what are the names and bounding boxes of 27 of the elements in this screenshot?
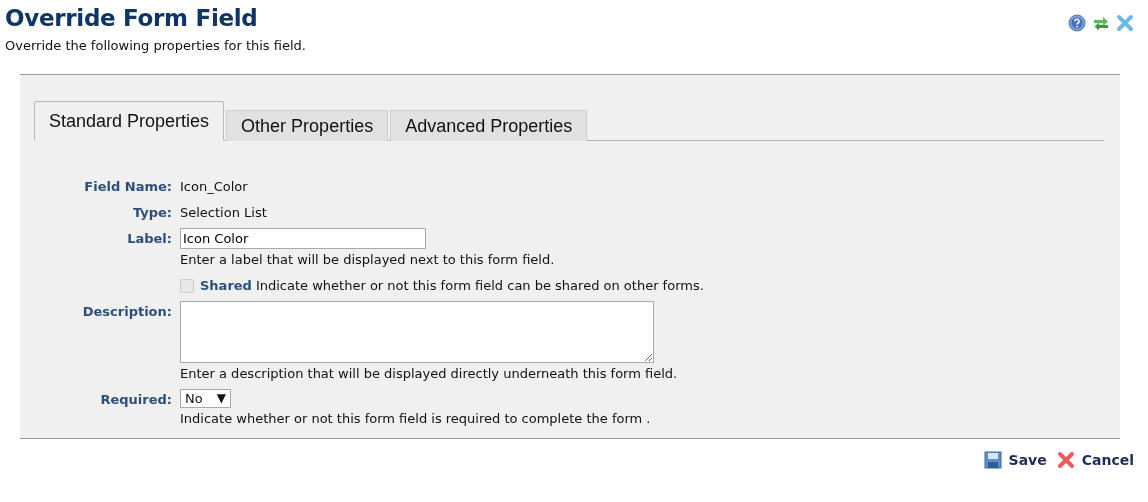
page-subtitle: Override the following properties for this field. xyxy=(5,38,306,53)
close-icon[interactable] xyxy=(1116,14,1134,32)
save-button[interactable]: Save xyxy=(983,451,1047,469)
cancel-button[interactable]: Cancel xyxy=(1056,451,1134,469)
field-label: Type: xyxy=(132,205,172,220)
help-icon[interactable] xyxy=(1068,14,1086,32)
checkbox-label: Shared xyxy=(200,278,252,293)
field-hint: Enter a description that will be displayed directly underneath this form field. xyxy=(180,366,678,381)
caret-icon: ▼ xyxy=(216,391,226,406)
description-textarea[interactable] xyxy=(180,301,654,363)
field-label: Required: xyxy=(100,392,172,407)
field-label: Field Name: xyxy=(84,179,172,194)
tab[interactable]: Other Properties xyxy=(226,110,389,141)
field-hint: Enter a label that will be displayed next to this form field. xyxy=(180,252,555,267)
label-input[interactable]: Icon Color xyxy=(180,228,426,249)
checkbox-description: Indicate whether or not this form field can be shared on other forms. xyxy=(255,278,704,293)
tab[interactable]: Advanced Properties xyxy=(390,110,588,141)
page-title: Override Form Field xyxy=(5,4,259,32)
field-value: Icon_Color xyxy=(180,179,248,194)
required-select[interactable]: No ▼ xyxy=(180,389,231,408)
cancel-icon xyxy=(1056,451,1075,469)
field-label: Description: xyxy=(82,304,172,319)
field-hint: Indicate whether or not this form field is required to complete the form . xyxy=(180,411,651,426)
tab[interactable]: Standard Properties xyxy=(34,101,225,141)
refresh-icon[interactable] xyxy=(1092,14,1110,32)
field-value: Selection List xyxy=(180,205,267,220)
field-label: Label: xyxy=(127,231,172,246)
